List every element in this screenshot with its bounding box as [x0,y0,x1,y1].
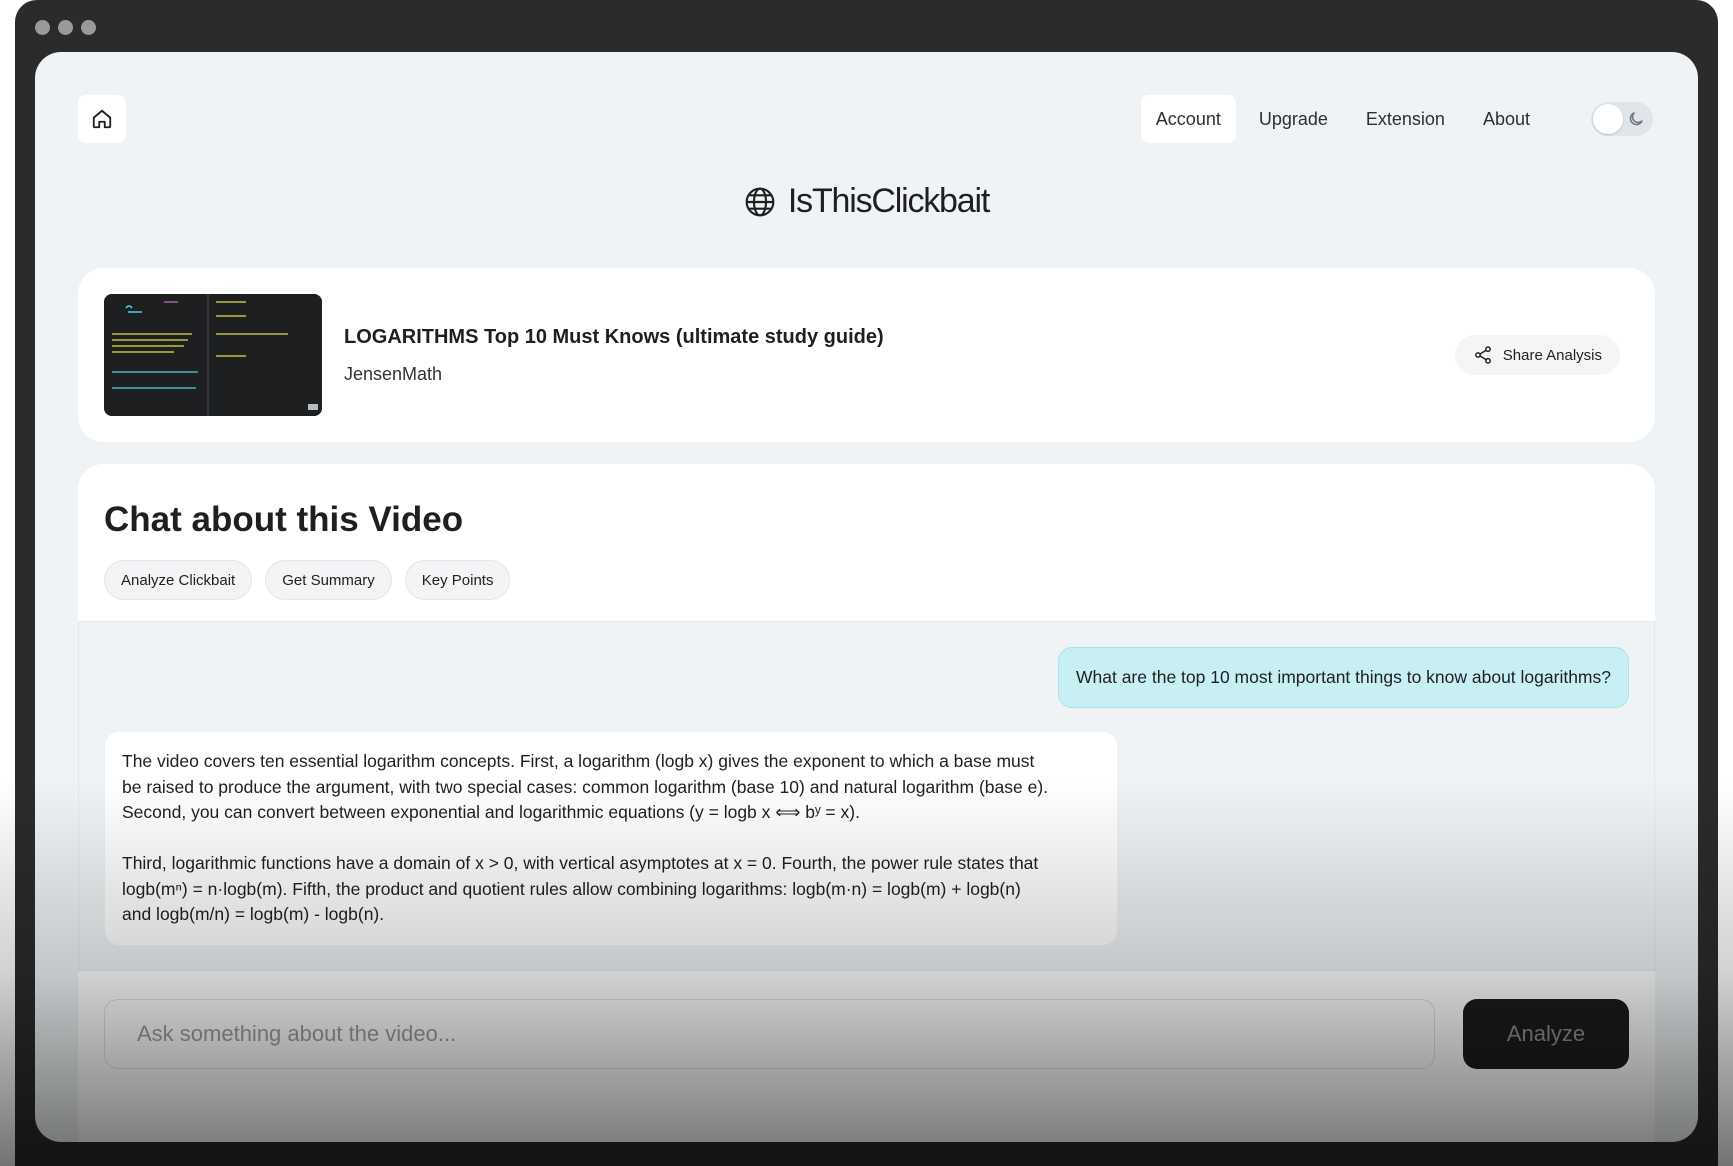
theme-toggle[interactable] [1591,102,1653,136]
thumbnail-chalkboard-image [104,294,322,416]
share-icon [1474,346,1491,364]
window-controls [35,20,96,35]
brand-title: IsThisClickbait [787,182,990,220]
video-channel: JensenMath [344,364,443,384]
home-icon [92,109,112,129]
chip-analyze-clickbait[interactable]: Analyze Clickbait [104,560,253,600]
chat-heading: Chat about this Video [104,500,464,539]
window-maximize-dot[interactable] [81,20,96,35]
window-minimize-dot[interactable] [58,20,73,35]
assistant-message: The video covers ten essential logarithm… [105,732,1117,945]
chip-get-summary[interactable]: Get Summary [265,560,392,600]
video-title: LOGARITHMS Top 10 Must Knows (ultimate s… [344,326,884,348]
home-button[interactable] [78,95,126,143]
user-message: What are the top 10 most important thing… [1057,647,1629,708]
chat-input-row: Analyze [104,999,1629,1069]
chat-input[interactable] [104,999,1435,1069]
globe-icon [745,187,775,216]
nav-account[interactable]: Account [1140,95,1236,143]
assistant-paragraph: Third, logarithmic functions have a doma… [122,853,1039,924]
analyze-button[interactable]: Analyze [1463,999,1629,1069]
share-analysis-label: Share Analysis [1502,346,1602,364]
chat-card: Chat about this Video Analyze Clickbait … [78,464,1655,1142]
chip-key-points[interactable]: Key Points [404,560,511,600]
nav-about[interactable]: About [1468,95,1545,143]
nav-extension[interactable]: Extension [1351,95,1460,143]
message-list[interactable]: What are the top 10 most important thing… [78,621,1655,971]
share-analysis-button[interactable]: Share Analysis [1454,335,1620,375]
app-screen: Account Upgrade Extension About IsThisCl… [35,52,1698,1142]
window-close-dot[interactable] [35,20,50,35]
moon-icon [1629,112,1643,126]
window-frame: Account Upgrade Extension About IsThisCl… [15,0,1718,1166]
video-card: LOGARITHMS Top 10 Must Knows (ultimate s… [78,268,1655,442]
brand: IsThisClickbait [35,182,1698,221]
assistant-paragraph: The video covers ten essential logarithm… [122,751,1049,822]
quick-actions: Analyze Clickbait Get Summary Key Points [104,560,511,600]
top-nav: Account Upgrade Extension About [1140,95,1653,143]
toggle-knob [1593,104,1623,134]
nav-upgrade[interactable]: Upgrade [1244,95,1343,143]
video-thumbnail[interactable] [104,294,322,416]
